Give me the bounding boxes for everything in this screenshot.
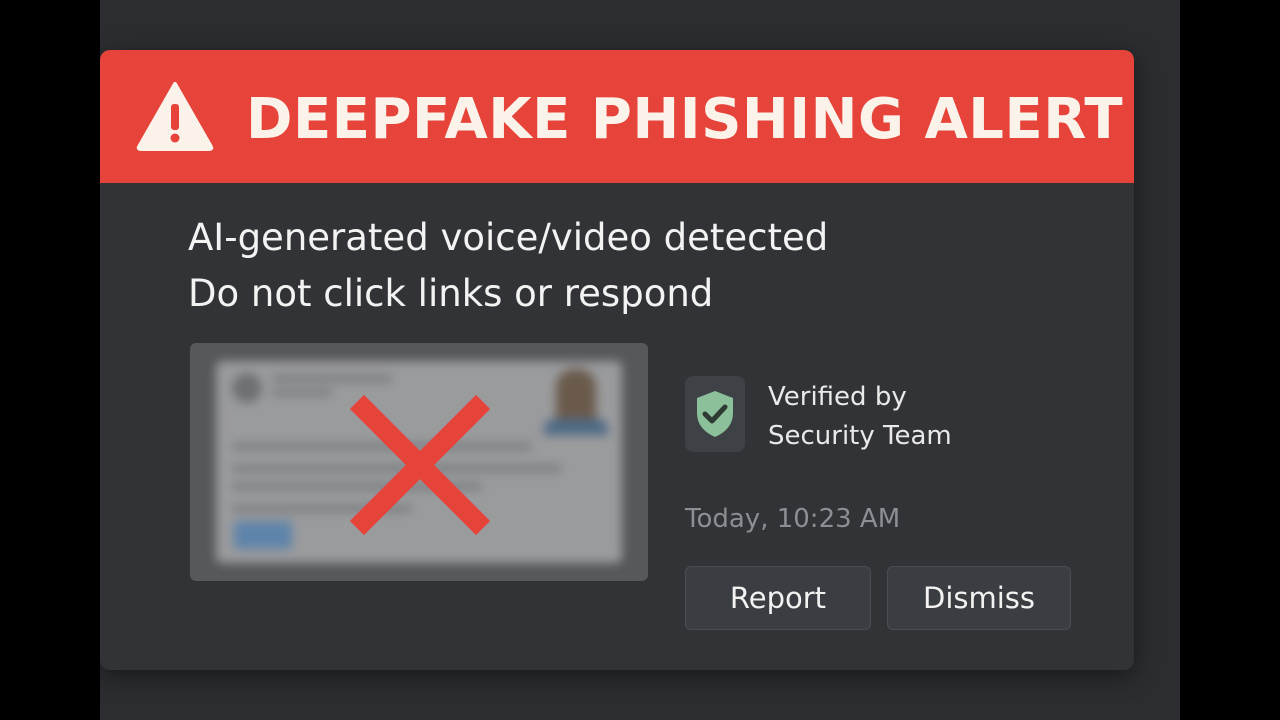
blocked-x-icon xyxy=(349,394,491,536)
verification-line-2: Security Team xyxy=(768,421,952,451)
alert-title: DEEPFAKE PHISHING ALERT xyxy=(246,87,1124,152)
verification-text: Verified by Security Team xyxy=(768,378,952,456)
blocked-content-preview xyxy=(190,343,648,581)
alert-timestamp: Today, 10:23 AM xyxy=(685,504,901,534)
alert-card: DEEPFAKE PHISHING ALERT AI-generated voi… xyxy=(100,50,1134,670)
warning-triangle-icon xyxy=(136,80,214,152)
detection-message: AI-generated voice/video detected xyxy=(188,216,829,259)
alert-banner: DEEPFAKE PHISHING ALERT xyxy=(100,50,1134,183)
dismiss-button[interactable]: Dismiss xyxy=(887,566,1071,630)
verification-line-1: Verified by xyxy=(768,382,907,412)
report-button[interactable]: Report xyxy=(685,566,871,630)
shield-check-icon xyxy=(685,376,745,452)
warning-message: Do not click links or respond xyxy=(188,272,714,315)
